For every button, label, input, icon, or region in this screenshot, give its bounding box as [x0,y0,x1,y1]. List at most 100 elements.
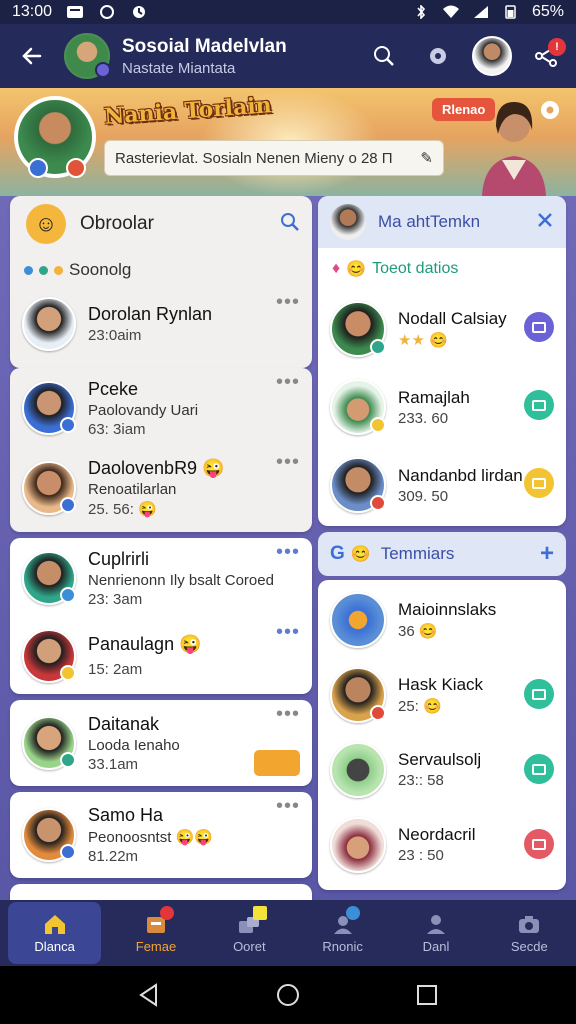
profile-avatar[interactable] [472,36,512,76]
home-circle-icon[interactable] [275,982,301,1008]
contact-name: DaolovenbR9 😜 [88,458,225,478]
status-message-field[interactable]: Rasterievlat. Sosialn Nenen Mieny o 28 Π… [104,140,444,176]
chat-row[interactable]: Cuplrirli Nenrienonn Ily bsalt Coroed 23… [10,538,312,618]
avatar [330,301,386,357]
team-row[interactable]: Maioinnslaks 36 😊 [318,582,566,657]
chat-row[interactable]: Daitanak Looda Ienaho 33.1am ••• [10,700,312,786]
banner-avatar[interactable] [14,96,96,178]
status-badge [60,665,76,681]
status-badge [60,752,76,768]
chat-group-partial [10,884,312,900]
message-time: 25. 56: 😜 [88,501,157,518]
back-button[interactable] [10,34,54,78]
share-button[interactable]: ! [526,36,566,76]
message-preview: Nenrienonn Ily bsalt Coroed [88,571,274,589]
message-time: 23 : 50 [398,847,444,864]
chat-row[interactable]: Samo Ha Peonoosntst 😜😜 81.22m ••• [10,792,312,878]
contact-name: Ramajlah [398,387,470,407]
chat-filter[interactable]: Soonolg [10,252,312,288]
message-chip-icon[interactable] [524,312,554,342]
settings-button[interactable] [418,36,458,76]
group-avatar[interactable] [64,33,111,79]
main-content: ☺ Obroolar Soonolg Dorolan Rynlan 23:0ai… [0,196,576,900]
settings-icon[interactable] [538,98,562,122]
favorite-row[interactable]: Ramajlah 233. 60 [318,368,566,446]
label-tag[interactable] [254,750,300,776]
message-time: 23: 3am [88,590,143,608]
message-time: 36 😊 [398,622,438,640]
chat-row[interactable]: Panaulagn 😜 15: 2am ••• [10,618,312,694]
message-chip-icon[interactable] [524,390,554,420]
google-icon: G [330,543,345,564]
team-name: Hask Kiack [398,674,484,694]
favorite-row[interactable]: Nodall Calsiay ★★ 😊 [318,290,566,368]
message-preview: Paolovandy Uari [88,401,199,419]
message-chip-icon[interactable] [524,754,554,784]
system-navigation [0,966,576,1024]
message-time: 23:0aim [88,327,142,344]
message-time: 25: 😊 [398,697,442,715]
nav-camera[interactable]: Secde [483,900,576,966]
nav-label: Femae [135,938,177,954]
chat-row[interactable]: Dorolan Rynlan 23:0aim ••• [10,288,312,360]
app-header: Sosoial Madelvlan Nastate Miantata ! [0,24,576,88]
favorites-title: Ma ahtTemkn [378,212,481,231]
header-title-block: Sosoial Madelvlan Nastate Miantata [122,36,287,77]
team-row[interactable]: Neordacril 23 : 50 [318,807,566,882]
message-time: 309. 50 [398,487,449,505]
team-name: Servaulsolj [398,750,482,769]
status-badge [66,158,86,178]
sparkle-icon: ♦ [332,260,341,277]
nav-contacts[interactable]: Rnonic [296,900,389,966]
profile-banner: Nania Torlain Rasterievlat. Sosialn Nene… [0,88,576,196]
emoji-icon: 😜😜 [175,829,213,846]
chat-group: Cuplrirli Nenrienonn Ily bsalt Coroed 23… [10,538,312,694]
more-options-icon[interactable]: ••• [276,372,300,392]
edit-icon[interactable]: ✎ [420,149,433,167]
nav-inbox[interactable]: Femae [109,900,202,966]
bluetooth-icon [417,5,426,19]
message-chip-icon[interactable] [524,468,554,498]
person-icon [426,914,445,934]
nav-groups[interactable]: Ooret [203,900,296,966]
favorite-row[interactable]: Nandanbd lirdan 309. 50 [318,446,566,524]
emoji-icon: 😜 [202,458,225,478]
more-options-icon[interactable]: ••• [276,796,300,816]
rating-stars-icon: ★★ 😊 [398,332,448,349]
more-options-icon[interactable]: ••• [276,292,300,312]
message-chip-icon[interactable] [524,829,554,859]
recents-square-icon[interactable] [414,982,440,1008]
close-button[interactable] [536,211,554,234]
team-row[interactable]: Hask Kiack 25: 😊 [318,657,566,732]
more-options-icon[interactable]: ••• [276,542,300,562]
filter-label: Soonolg [69,260,132,279]
verified-badge-icon [60,497,76,513]
add-team-button[interactable]: + [540,540,554,568]
team-row[interactable]: Servaulsolj 23:: 58 [318,732,566,807]
search-icon [374,46,394,66]
nav-profile[interactable]: Danl [389,900,482,966]
chats-search-button[interactable] [280,212,300,237]
more-options-icon[interactable]: ••• [276,704,300,724]
chat-group: Pceke Paolovandy Uari 63: 3iam ••• Daolo… [10,368,312,532]
emoji-icon: 😜 [138,501,157,518]
search-button[interactable] [364,36,404,76]
nav-home[interactable]: Dlanca [8,902,102,964]
contact-name: Nodall Calsiay [398,309,507,328]
more-options-icon[interactable]: ••• [276,622,300,642]
filter-dot-icon [54,265,63,275]
avatar [22,629,76,683]
message-chip-icon[interactable] [524,679,554,709]
avatar [330,379,386,435]
teams-title: Temmiars [380,544,455,563]
chat-row[interactable]: DaolovenbR9 😜 Renoatilarlan 25. 56: 😜 ••… [10,448,312,528]
teams-header: G 😊 Temmiars + [318,532,566,576]
more-options-icon[interactable]: ••• [276,452,300,472]
back-triangle-icon[interactable] [136,982,162,1008]
status-badge [28,158,48,178]
emoji-icon: 😊 [346,261,367,278]
avatar [330,591,386,648]
contact-name: Panaulagn 😜 [88,634,202,654]
chat-row[interactable]: Pceke Paolovandy Uari 63: 3iam ••• [10,368,312,448]
avatar [330,204,366,240]
